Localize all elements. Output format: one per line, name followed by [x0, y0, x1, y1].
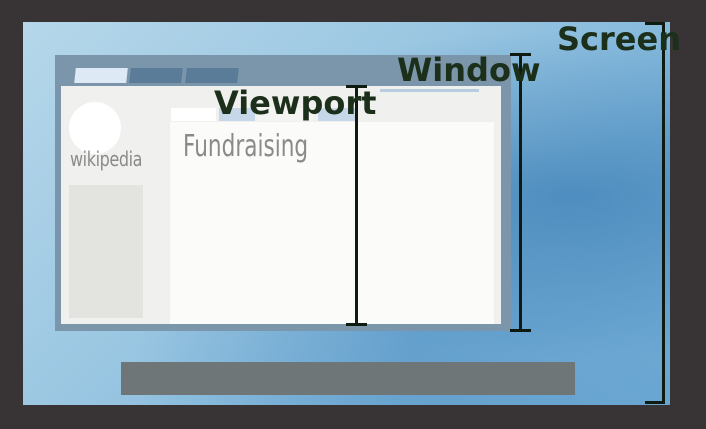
- window-bracket-bottom: [510, 329, 531, 332]
- screen-bracket-bottom: [645, 401, 665, 404]
- diagram-canvas: wikipedia Fundraising Viewport Window Sc…: [0, 0, 706, 429]
- screen-bracket-line: [662, 23, 665, 404]
- window-bracket-line: [519, 55, 522, 331]
- page-tab-active: [171, 108, 216, 121]
- taskbar: [121, 362, 575, 395]
- search-bar: [380, 89, 479, 92]
- page-sidebar: [69, 185, 143, 318]
- browser-tab: [185, 68, 239, 83]
- viewport-label: Viewport: [214, 84, 377, 122]
- viewport-bracket-bottom: [346, 323, 367, 326]
- screen-label: Screen: [557, 20, 681, 58]
- content-title: Fundraising: [183, 129, 309, 164]
- logo-text: wikipedia: [70, 147, 143, 171]
- browser-tab-active: [74, 68, 128, 83]
- browser-tab: [129, 68, 183, 83]
- window-label: Window: [397, 51, 541, 89]
- viewport-bracket-line: [355, 87, 358, 325]
